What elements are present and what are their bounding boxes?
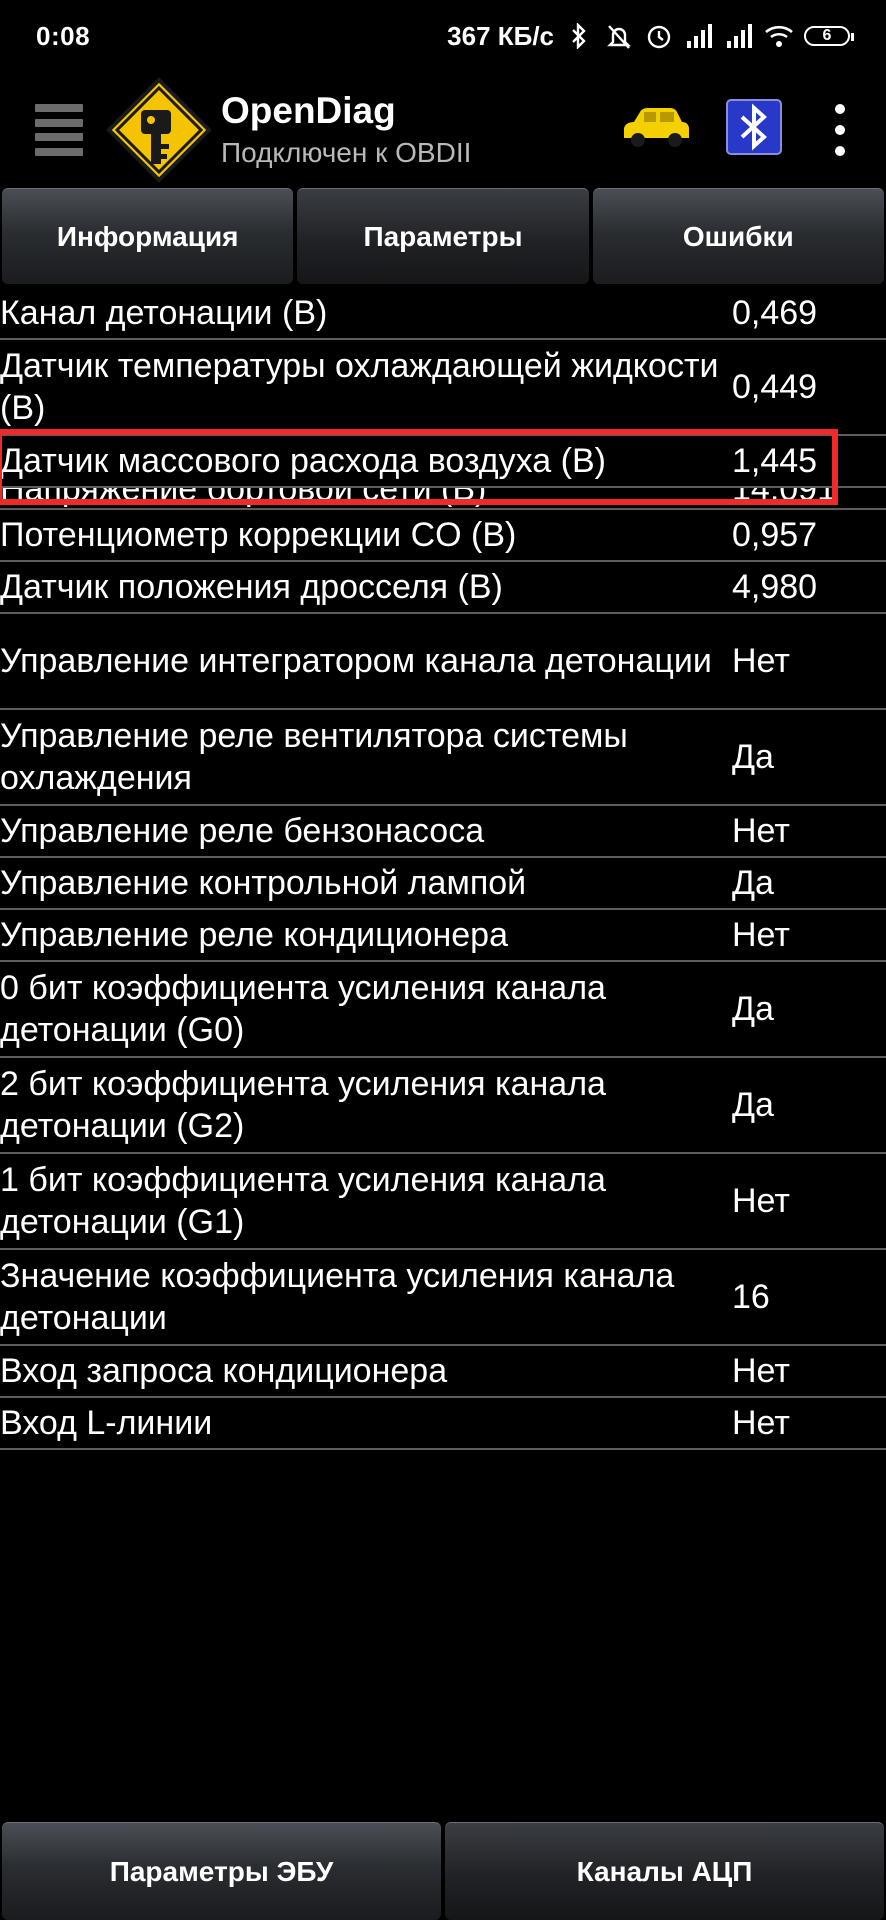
bottom-tabs: Параметры ЭБУ Каналы АЦП <box>0 1822 886 1920</box>
param-value: Нет <box>732 1182 790 1220</box>
signal-icon <box>724 21 754 51</box>
tab-parameters[interactable]: Параметры <box>297 188 589 284</box>
mute-icon <box>604 21 634 51</box>
table-row[interactable]: 0 бит коэффициента усиления канала детон… <box>0 962 886 1058</box>
status-time: 0:08 <box>36 20 91 51</box>
param-value: Да <box>732 1086 774 1124</box>
param-value: Нет <box>732 1352 790 1390</box>
param-value: 4,980 <box>732 568 818 606</box>
table-row[interactable]: Датчик температуры охлаждающей жидкости … <box>0 340 886 436</box>
param-name: Управление реле кондиционера <box>0 916 508 954</box>
connection-status: Подключен к OBDII <box>221 137 472 168</box>
param-name: Управление интегратором канала детонации <box>0 642 712 680</box>
title-block: OpenDiag Подключен к OBDII <box>221 88 471 172</box>
network-speed: 367 КБ/с <box>447 20 554 51</box>
param-value: 0,957 <box>732 516 818 554</box>
tab-errors[interactable]: Ошибки <box>592 188 884 284</box>
table-row[interactable]: Вход запроса кондиционера Нет <box>0 1346 886 1398</box>
param-value: Да <box>732 738 774 776</box>
param-value: Нет <box>732 1404 790 1442</box>
param-name: Потенциометр коррекции CO (В) <box>0 516 517 554</box>
app-bar: OpenDiag Подключен к OBDII <box>0 72 886 188</box>
param-value: Нет <box>732 812 790 850</box>
param-name: 2 бит коэффициента усиления канала детон… <box>0 1065 606 1145</box>
status-bar: 0:08 367 КБ/с 6 <box>0 0 886 72</box>
menu-icon[interactable] <box>35 104 83 156</box>
param-name: Датчик температуры охлаждающей жидкости … <box>0 347 719 427</box>
wifi-icon <box>764 21 794 51</box>
param-value: Нет <box>732 642 790 680</box>
bluetooth-icon[interactable] <box>726 99 782 155</box>
signal-icon <box>684 21 714 51</box>
param-value: Нет <box>732 916 790 954</box>
table-row[interactable]: Потенциометр коррекции CO (В) 0,957 <box>0 510 886 562</box>
param-name: Управление реле вентилятора системы охла… <box>0 717 628 797</box>
param-name: 1 бит коэффициента усиления канала детон… <box>0 1161 606 1241</box>
car-icon[interactable] <box>620 102 692 152</box>
bluetooth-icon <box>564 21 594 51</box>
param-name: 0 бит коэффициента усиления канала детон… <box>0 969 606 1049</box>
tab-information[interactable]: Информация <box>2 188 294 284</box>
param-value: Да <box>732 990 774 1028</box>
param-name: Управление реле бензонасоса <box>0 812 485 850</box>
app-logo-key-icon <box>105 76 213 184</box>
table-row[interactable]: 2 бит коэффициента усиления канала детон… <box>0 1058 886 1154</box>
top-tabs: Информация Параметры Ошибки <box>0 188 886 284</box>
battery-icon: 6 <box>804 26 854 46</box>
table-row[interactable]: Вход L-линии Нет <box>0 1398 886 1450</box>
table-row[interactable]: Датчик положения дросселя (В) 4,980 <box>0 562 886 614</box>
table-row[interactable]: Управление интегратором канала детонации… <box>0 614 886 710</box>
param-name: Вход L-линии <box>0 1404 213 1442</box>
table-row[interactable]: Значение коэффициента усиления канала де… <box>0 1250 886 1346</box>
param-value: 0,449 <box>732 368 818 406</box>
param-name: Канал детонации (В) <box>0 294 328 332</box>
tab-ecu-parameters[interactable]: Параметры ЭБУ <box>2 1822 441 1920</box>
alarm-icon <box>644 21 674 51</box>
param-value: 0,469 <box>732 294 818 332</box>
table-row[interactable]: Управление реле бензонасоса Нет <box>0 806 886 858</box>
table-row[interactable]: Управление контрольной лампой Да <box>0 858 886 910</box>
table-row[interactable]: Управление реле вентилятора системы охла… <box>0 710 886 806</box>
param-name: Значение коэффициента усиления канала де… <box>0 1257 675 1337</box>
param-name: Датчик положения дросселя (В) <box>0 568 503 606</box>
param-value: Да <box>732 864 774 902</box>
status-icons: 367 КБ/с 6 <box>447 20 854 52</box>
param-value: 16 <box>732 1278 770 1316</box>
table-row[interactable]: Канал детонации (В) 0,469 <box>0 288 886 340</box>
table-row[interactable]: Управление реле кондиционера Нет <box>0 910 886 962</box>
table-row[interactable]: 1 бит коэффициента усиления канала детон… <box>0 1154 886 1250</box>
highlight-box <box>0 429 838 505</box>
param-name: Вход запроса кондиционера <box>0 1352 448 1390</box>
more-vert-icon[interactable] <box>832 104 848 156</box>
tab-adc-channels[interactable]: Каналы АЦП <box>445 1822 884 1920</box>
param-name: Управление контрольной лампой <box>0 864 527 902</box>
app-title: OpenDiag <box>221 90 396 131</box>
